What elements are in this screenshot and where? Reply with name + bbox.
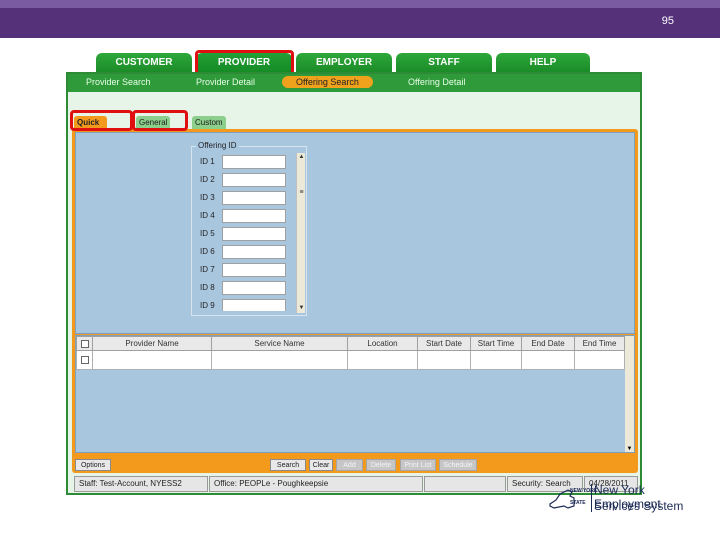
select-all-cell[interactable]	[76, 336, 93, 351]
subnav-offering-detail[interactable]: Offering Detail	[408, 77, 465, 87]
results-scrollbar[interactable]: ▼	[625, 336, 634, 452]
scroll-thumb[interactable]: ≡	[297, 189, 306, 205]
offering-id-row: ID 3	[200, 191, 290, 205]
table-cell	[417, 350, 471, 370]
table-cell	[347, 350, 418, 370]
offering-id-row: ID 4	[200, 209, 290, 223]
offering-id-row: ID 5	[200, 227, 290, 241]
table-cell	[574, 350, 625, 370]
status-blank	[424, 476, 506, 492]
offering-id-label: ID 2	[200, 175, 215, 184]
status-office: Office: PEOPLe - Poughkeepsie	[209, 476, 423, 492]
slide-number: 95	[661, 15, 674, 27]
tab-help[interactable]: HELP	[496, 53, 590, 73]
offering-id-input-6[interactable]	[222, 245, 286, 259]
results-panel: Provider Name Service Name Location Star…	[75, 335, 635, 453]
logo-title-line2: Services System	[594, 499, 684, 513]
offering-id-label: ID 7	[200, 265, 215, 274]
results-table: Provider Name Service Name Location Star…	[76, 336, 625, 370]
delete-button[interactable]: Delete	[366, 459, 396, 471]
offering-id-label: ID 6	[200, 247, 215, 256]
offering-id-row: ID 6	[200, 245, 290, 259]
table-cell	[211, 350, 348, 370]
offering-id-input-7[interactable]	[222, 263, 286, 277]
nyess-logo: NEW YORK STATE New York Employment Servi…	[540, 480, 710, 520]
clear-button[interactable]: Clear	[309, 459, 333, 471]
offering-id-input-4[interactable]	[222, 209, 286, 223]
general-info-highlight	[132, 110, 188, 131]
column-header[interactable]: End Date	[521, 336, 575, 351]
offering-id-label: ID 4	[200, 211, 215, 220]
quick-search-highlight	[70, 110, 133, 131]
offering-id-label: ID 1	[200, 157, 215, 166]
logo-divider	[591, 484, 592, 512]
logo-state: STATE	[570, 500, 586, 506]
offering-id-label: ID 9	[200, 301, 215, 310]
status-staff: Staff: Test-Account, NYESS2	[74, 476, 208, 492]
print-list-button[interactable]: Print List	[400, 459, 436, 471]
select-all-checkbox[interactable]	[80, 339, 89, 348]
offering-id-row: ID 9	[200, 299, 290, 311]
offering-id-input-3[interactable]	[222, 191, 286, 205]
search-panel-frame: ID 1 ID 2 ID 3 ID 4 ID 5 ID 6 ID 7 ID 8 …	[72, 129, 638, 473]
scroll-down-icon[interactable]: ▼	[297, 304, 306, 313]
column-header[interactable]: Location	[347, 336, 418, 351]
offering-id-label: ID 3	[200, 193, 215, 202]
slide-header-bar: 95	[0, 0, 720, 38]
subnav-offering-search[interactable]: Offering Search	[282, 76, 373, 88]
schedule-button[interactable]: Schedule	[439, 459, 477, 471]
table-cell	[92, 350, 212, 370]
tab-staff[interactable]: STAFF	[396, 53, 492, 73]
offering-id-label: ID 5	[200, 229, 215, 238]
offering-id-label: ID 8	[200, 283, 215, 292]
scroll-up-icon[interactable]: ▲	[297, 153, 306, 162]
header-accent-line	[0, 0, 720, 8]
offering-id-input-8[interactable]	[222, 281, 286, 295]
tab-custom[interactable]: Custom	[192, 116, 226, 130]
offering-id-scrollbar[interactable]: ▲ ≡ ▼	[296, 153, 305, 313]
table-row[interactable]	[76, 350, 625, 370]
offering-id-input-5[interactable]	[222, 227, 286, 241]
column-header[interactable]: Start Date	[417, 336, 471, 351]
table-cell	[470, 350, 522, 370]
column-header[interactable]: Start Time	[470, 336, 522, 351]
quick-search-area: ID 1 ID 2 ID 3 ID 4 ID 5 ID 6 ID 7 ID 8 …	[75, 132, 635, 334]
results-header-row: Provider Name Service Name Location Star…	[76, 336, 625, 351]
scroll-down-icon[interactable]: ▼	[625, 446, 634, 452]
row-select-cell[interactable]	[76, 350, 93, 370]
offering-id-row: ID 8	[200, 281, 290, 295]
column-header[interactable]: Provider Name	[92, 336, 212, 351]
offering-id-row: ID 2	[200, 173, 290, 187]
sub-navigation: Provider Search Provider Detail Offering…	[68, 74, 640, 92]
column-header[interactable]: End Time	[574, 336, 625, 351]
row-checkbox[interactable]	[80, 355, 89, 364]
offering-id-legend: Offering ID	[196, 141, 239, 150]
offering-id-row: ID 1	[200, 155, 290, 169]
application-window: Provider Search Provider Detail Offering…	[66, 72, 642, 495]
tab-employer[interactable]: EMPLOYER	[296, 53, 392, 73]
column-header[interactable]: Service Name	[211, 336, 348, 351]
subnav-provider-search[interactable]: Provider Search	[86, 77, 151, 87]
offering-id-input-9[interactable]	[222, 299, 286, 311]
subnav-provider-detail[interactable]: Provider Detail	[196, 77, 255, 87]
add-button[interactable]: Add	[336, 459, 363, 471]
table-cell	[521, 350, 575, 370]
options-button[interactable]: Options	[75, 459, 111, 471]
action-button-bar: Options Search Clear Add Delete Print Li…	[72, 455, 638, 473]
search-button[interactable]: Search	[270, 459, 306, 471]
offering-id-fieldset: ID 1 ID 2 ID 3 ID 4 ID 5 ID 6 ID 7 ID 8 …	[191, 146, 307, 316]
offering-id-row: ID 7	[200, 263, 290, 277]
offering-id-input-1[interactable]	[222, 155, 286, 169]
offering-id-input-2[interactable]	[222, 173, 286, 187]
tab-customer[interactable]: CUSTOMER	[96, 53, 192, 73]
